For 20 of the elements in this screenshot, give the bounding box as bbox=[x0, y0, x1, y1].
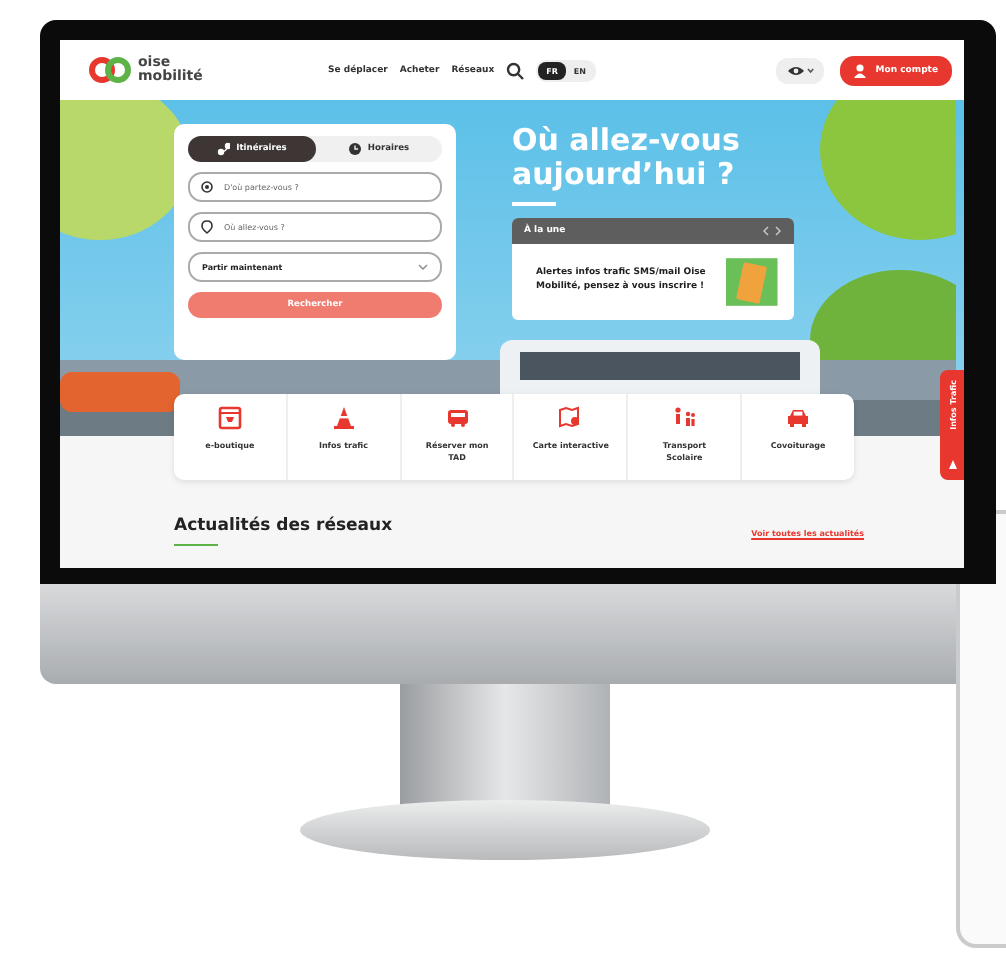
pin-icon bbox=[200, 220, 214, 234]
traffic-cone-icon bbox=[331, 406, 356, 430]
car-icon bbox=[786, 406, 811, 430]
hero-heading: Où allez-vous aujourd’hui ? bbox=[512, 124, 742, 192]
arrows-icon bbox=[762, 225, 782, 235]
section-title: Actualités des réseaux bbox=[174, 516, 393, 536]
cone-icon bbox=[947, 460, 957, 470]
logo-icon bbox=[88, 56, 132, 84]
search-icon bbox=[506, 61, 525, 79]
shop-window-icon bbox=[217, 406, 242, 430]
route-icon bbox=[216, 142, 231, 156]
chevron-icon bbox=[418, 264, 428, 270]
target-icon bbox=[200, 180, 214, 194]
phone-alert-drawing bbox=[726, 257, 778, 305]
map-pin-icon bbox=[558, 406, 583, 430]
user-icon bbox=[853, 63, 866, 77]
clock-icon bbox=[347, 142, 362, 156]
accessibility-button[interactable] bbox=[775, 57, 824, 83]
bus-icon bbox=[445, 406, 470, 430]
eye-icon bbox=[785, 63, 814, 77]
